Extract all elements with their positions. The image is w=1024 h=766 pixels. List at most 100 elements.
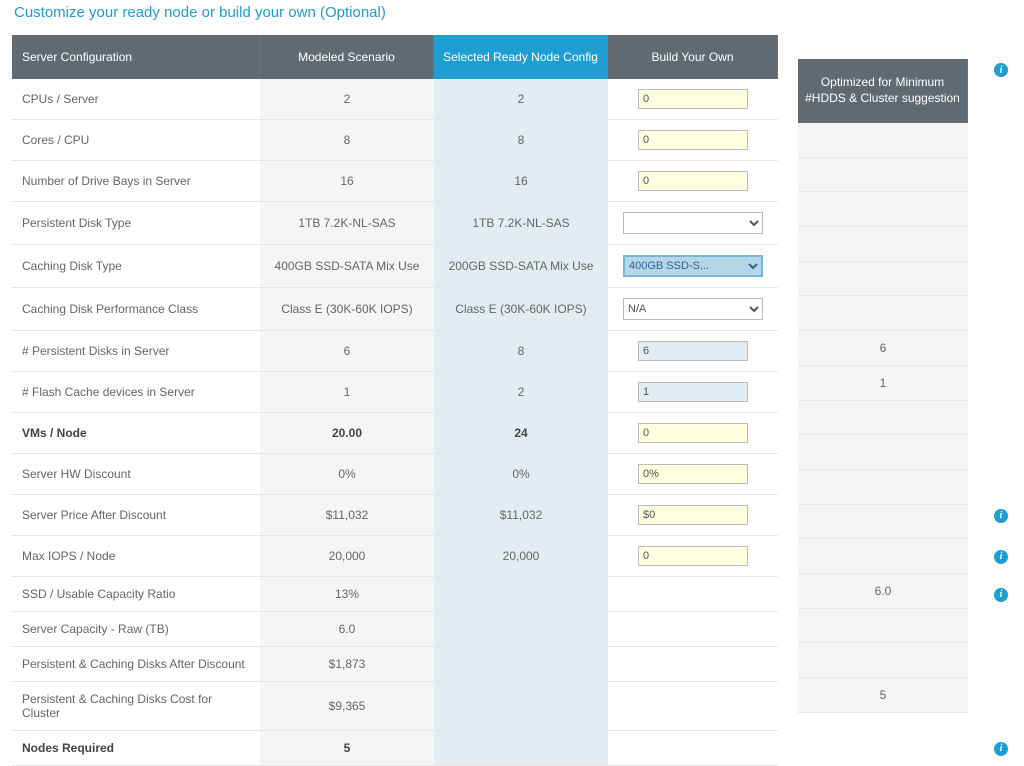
col-modeled-scenario: Modeled Scenario [260, 35, 434, 79]
col-optimized: Optimized for Minimum #HDDS & Cluster su… [798, 59, 968, 123]
optimized-value [798, 296, 968, 331]
table-row: SSD / Usable Capacity Ratio13% [12, 577, 778, 612]
optimized-value: 6 [798, 331, 968, 366]
modeled-value: 20,000 [260, 536, 434, 577]
modeled-value: Class E (30K-60K IOPS) [260, 288, 434, 331]
table-row [798, 401, 968, 436]
row-label: Server Price After Discount [12, 495, 260, 536]
modeled-value: 1 [260, 372, 434, 413]
selected-value: 0% [434, 454, 608, 495]
row-label: # Persistent Disks in Server [12, 331, 260, 372]
selected-value: 1TB 7.2K-NL-SAS [434, 202, 608, 245]
byo-cell [608, 202, 778, 245]
table-row: Persistent Disk Type1TB 7.2K-NL-SAS1TB 7… [12, 202, 778, 245]
byo-cell [608, 161, 778, 202]
table-row: # Persistent Disks in Server68 [12, 331, 778, 372]
table-row: Caching Disk Type400GB SSD-SATA Mix Use2… [12, 245, 778, 288]
modeled-value: 1TB 7.2K-NL-SAS [260, 202, 434, 245]
byo-cell [608, 577, 778, 612]
table-row: 6.0 [798, 574, 968, 609]
optimized-value [798, 435, 968, 470]
modeled-value: 0% [260, 454, 434, 495]
table-row: Persistent & Caching Disks Cost for Clus… [12, 682, 778, 731]
row-label: Persistent & Caching Disks Cost for Clus… [12, 682, 260, 731]
server-config-table: Server Configuration Modeled Scenario Se… [12, 35, 778, 766]
byo-cell [608, 536, 778, 577]
row-label: Max IOPS / Node [12, 536, 260, 577]
byo-input[interactable] [638, 171, 748, 191]
byo-cell [608, 454, 778, 495]
byo-select[interactable] [623, 212, 763, 234]
selected-value [434, 612, 608, 647]
optimized-value [798, 158, 968, 193]
modeled-value: $9,365 [260, 682, 434, 731]
byo-cell: N/A [608, 288, 778, 331]
row-label: CPUs / Server [12, 79, 260, 120]
byo-input[interactable] [638, 130, 748, 150]
table-row: Persistent & Caching Disks After Discoun… [12, 647, 778, 682]
byo-cell [608, 79, 778, 120]
col-server-config: Server Configuration [12, 35, 260, 79]
table-row: Server HW Discount0%0% [12, 454, 778, 495]
info-icon[interactable]: i [994, 63, 1008, 77]
selected-value: 16 [434, 161, 608, 202]
page-title: Customize your ready node or build your … [12, 0, 1012, 35]
optimized-value [798, 401, 968, 436]
byo-input[interactable] [638, 546, 748, 566]
table-row [798, 227, 968, 262]
byo-input[interactable] [638, 382, 748, 402]
byo-select[interactable]: 400GB SSD-S... [623, 255, 763, 277]
byo-cell [608, 495, 778, 536]
selected-value: 20,000 [434, 536, 608, 577]
info-icon[interactable]: i [994, 550, 1008, 564]
byo-input[interactable] [638, 89, 748, 109]
info-icon[interactable]: i [994, 588, 1008, 602]
row-label: # Flash Cache devices in Server [12, 372, 260, 413]
table-row [798, 262, 968, 297]
row-label: Persistent Disk Type [12, 202, 260, 245]
byo-select[interactable]: N/A [623, 298, 763, 320]
info-icon[interactable]: i [994, 509, 1008, 523]
modeled-value: 13% [260, 577, 434, 612]
table-row: Server Price After Discount$11,032$11,03… [12, 495, 778, 536]
table-row: VMs / Node20.0024 [12, 413, 778, 454]
byo-cell: 400GB SSD-S... [608, 245, 778, 288]
optimized-table: Optimized for Minimum #HDDS & Cluster su… [798, 59, 968, 713]
selected-value: 8 [434, 331, 608, 372]
optimized-value [798, 123, 968, 158]
byo-input[interactable] [638, 341, 748, 361]
table-row: Number of Drive Bays in Server1616 [12, 161, 778, 202]
byo-cell [608, 682, 778, 731]
table-row [798, 470, 968, 505]
table-row [798, 609, 968, 644]
table-row [798, 505, 968, 540]
byo-input[interactable] [638, 505, 748, 525]
selected-value: 2 [434, 79, 608, 120]
table-row: Cores / CPU88 [12, 120, 778, 161]
row-label: Number of Drive Bays in Server [12, 161, 260, 202]
table-row: Nodes Required5 [12, 731, 778, 766]
table-row [798, 192, 968, 227]
selected-value: 2 [434, 372, 608, 413]
table-row: 6 [798, 331, 968, 366]
optimized-value [798, 609, 968, 644]
byo-input[interactable] [638, 464, 748, 484]
byo-cell [608, 372, 778, 413]
modeled-value: 8 [260, 120, 434, 161]
byo-cell [608, 612, 778, 647]
selected-value [434, 577, 608, 612]
optimized-value [798, 192, 968, 227]
optimized-value [798, 227, 968, 262]
byo-input[interactable] [638, 423, 748, 443]
table-row [798, 435, 968, 470]
table-row: 5 [798, 678, 968, 713]
row-label: Caching Disk Performance Class [12, 288, 260, 331]
optimized-value: 1 [798, 366, 968, 401]
table-row [798, 158, 968, 193]
row-label: SSD / Usable Capacity Ratio [12, 577, 260, 612]
info-icon[interactable]: i [994, 742, 1008, 756]
table-row: Server Capacity - Raw (TB)6.0 [12, 612, 778, 647]
selected-value: $11,032 [434, 495, 608, 536]
row-label: VMs / Node [12, 413, 260, 454]
optimized-value [798, 539, 968, 574]
